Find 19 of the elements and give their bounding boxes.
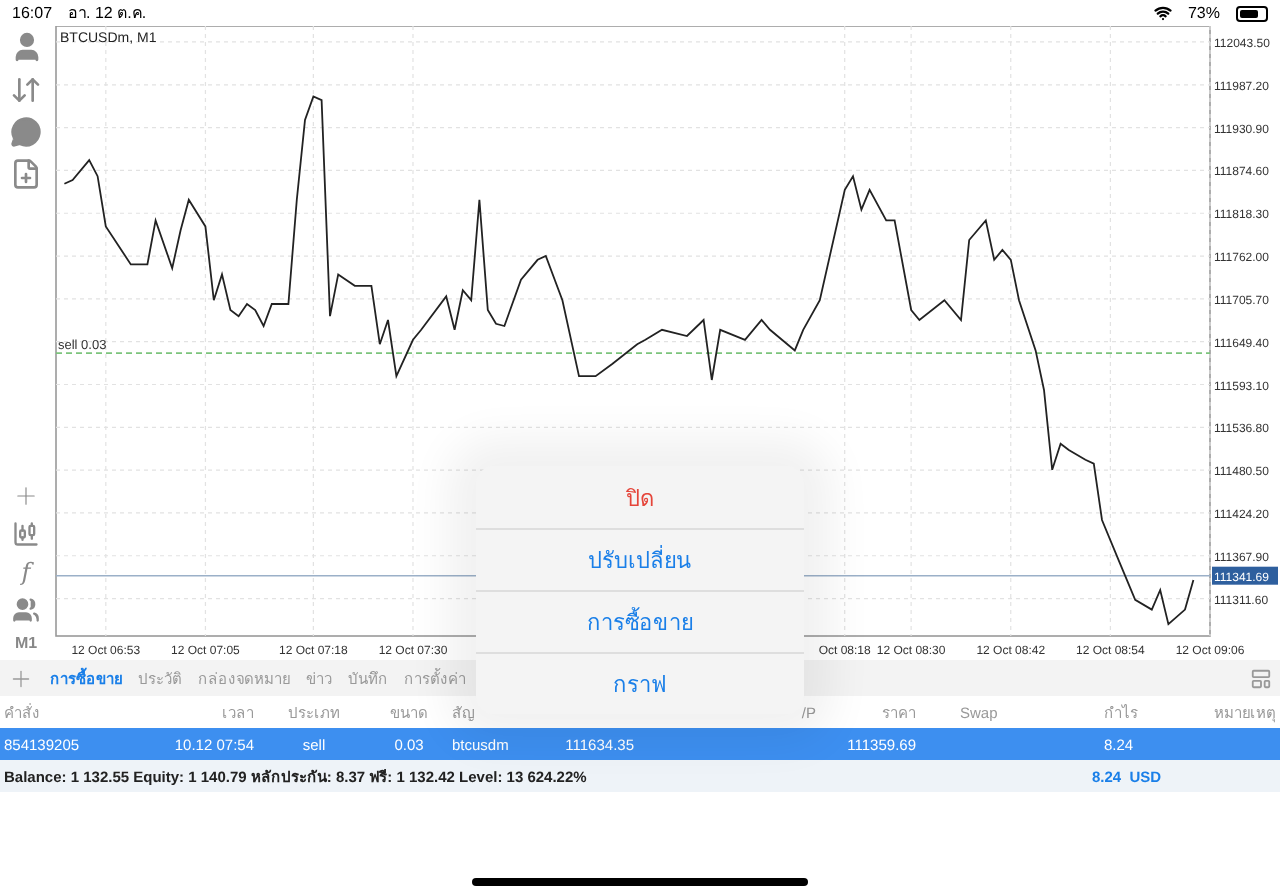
indicator-button[interactable]: f [21,558,31,586]
status-date: อา. 12 ต.ค. [68,2,147,26]
action-item[interactable]: การซื้อขาย [476,590,804,652]
status-time: 16:07 [12,4,53,22]
timeframe-button[interactable]: M1 [14,634,38,652]
add-icon[interactable] [8,665,34,691]
wifi-icon [1153,4,1172,22]
battery-percent: 73% [1187,4,1220,22]
people-icon[interactable] [12,596,40,624]
action-item[interactable]: ปิด [476,466,804,528]
action-item[interactable]: ปรับเปลี่ยน [476,528,804,590]
battery-icon [1236,5,1268,21]
chat-icon[interactable] [10,116,42,148]
layout-icon[interactable] [1250,667,1272,689]
candles-icon[interactable] [12,520,40,548]
action-item[interactable]: กราฟ [476,652,804,714]
add-document-icon[interactable] [10,158,42,190]
arrows-icon[interactable] [10,74,42,106]
crosshair-icon[interactable] [12,482,40,510]
